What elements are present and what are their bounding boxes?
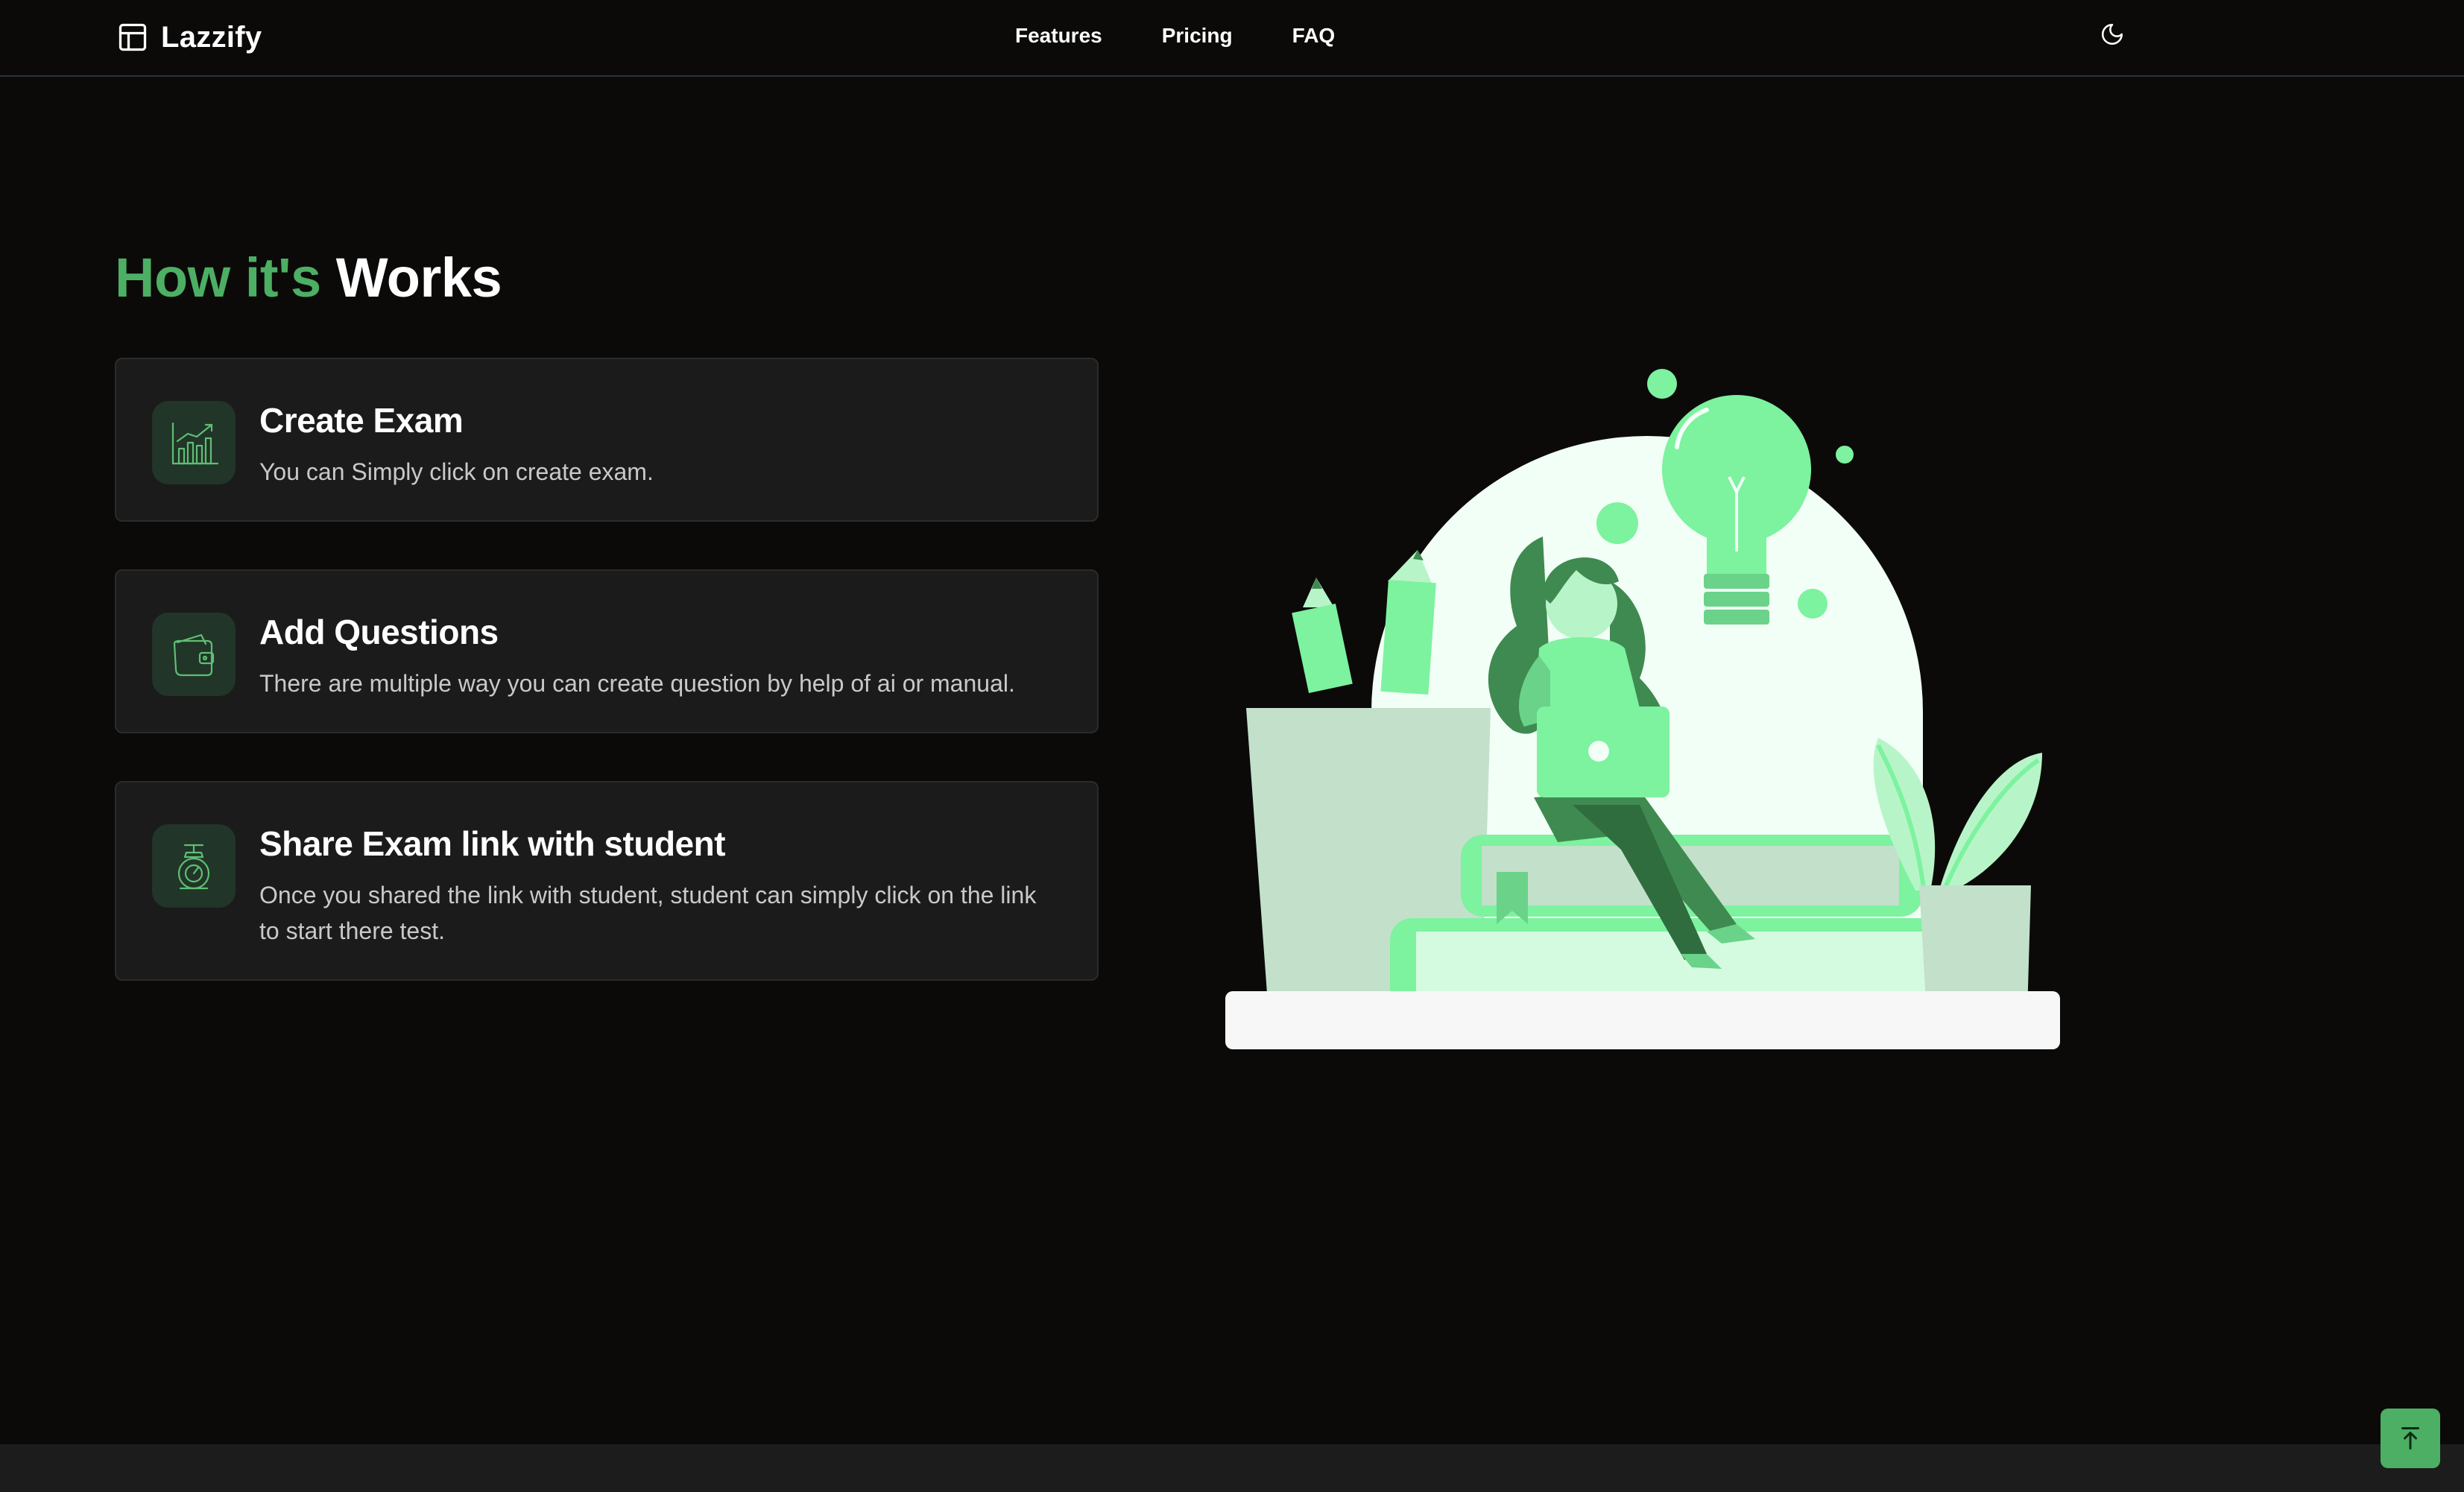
step-icon-wrapper bbox=[152, 613, 236, 696]
steps-list: Create Exam You can Simply click on crea… bbox=[115, 358, 1099, 1028]
step-text: Share Exam link with student Once you sh… bbox=[259, 824, 1061, 949]
theme-toggle-button[interactable] bbox=[2096, 18, 2129, 51]
section-title: How it's Works bbox=[115, 246, 502, 309]
main-nav: Features Pricing FAQ bbox=[1015, 21, 1335, 51]
title-accent: How it's bbox=[115, 247, 321, 309]
step-icon-wrapper bbox=[152, 824, 236, 908]
scale-icon bbox=[177, 844, 210, 890]
step-title: Add Questions bbox=[259, 613, 499, 651]
footer-bar bbox=[0, 1444, 2464, 1492]
title-main: Works bbox=[335, 247, 502, 309]
step-card-add-questions: Add Questions There are multiple way you… bbox=[115, 569, 1099, 733]
nav-pricing-link[interactable]: Pricing bbox=[1162, 24, 1233, 48]
step-title: Create Exam bbox=[259, 401, 464, 440]
scroll-to-top-button[interactable] bbox=[2381, 1409, 2440, 1468]
layout-icon bbox=[119, 23, 147, 51]
nav-features-link[interactable]: Features bbox=[1015, 24, 1102, 48]
arrow-up-to-line-icon bbox=[2401, 1427, 2419, 1450]
step-description: You can Simply click on create exam. bbox=[259, 458, 654, 485]
growth-chart-icon bbox=[171, 422, 219, 465]
brand-name: Lazzify bbox=[161, 20, 262, 54]
top-navbar: Lazzify Features Pricing FAQ bbox=[0, 0, 2464, 77]
step-description: There are multiple way you can create qu… bbox=[259, 669, 1015, 697]
step-title: Share Exam link with student bbox=[259, 824, 726, 863]
step-card-share-link: Share Exam link with student Once you sh… bbox=[115, 781, 1099, 981]
step-card-create-exam: Create Exam You can Simply click on crea… bbox=[115, 358, 1099, 522]
moon-icon bbox=[2101, 23, 2123, 45]
step-text: Add Questions There are multiple way you… bbox=[259, 613, 1061, 701]
nav-faq-link[interactable]: FAQ bbox=[1292, 24, 1336, 48]
step-description: Once you shared the link with student, s… bbox=[259, 881, 1037, 944]
brand[interactable]: Lazzify bbox=[116, 16, 262, 58]
step-icon-wrapper bbox=[152, 401, 236, 484]
wallet-icon bbox=[173, 633, 215, 677]
woman-reading-on-books-illustration bbox=[1225, 369, 2060, 1049]
step-text: Create Exam You can Simply click on crea… bbox=[259, 401, 1061, 490]
